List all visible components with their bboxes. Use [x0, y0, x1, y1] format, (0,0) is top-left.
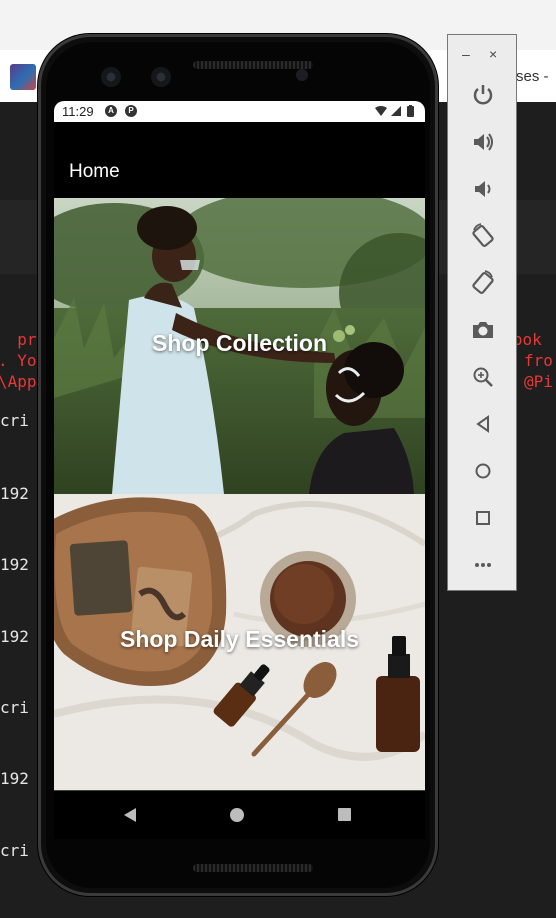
- front-camera-icon: [101, 67, 121, 87]
- terminal-line: 192: [0, 627, 29, 646]
- tab-right-text[interactable]: ses -: [516, 68, 549, 85]
- app-avatar[interactable]: [10, 64, 36, 90]
- volume-up-button[interactable]: [468, 127, 498, 157]
- rotate-right-button[interactable]: [468, 268, 498, 298]
- nav-recent-icon[interactable]: [338, 808, 351, 821]
- zoom-button[interactable]: [468, 362, 498, 392]
- camera-icon: [473, 322, 493, 338]
- terminal-red-line: \App: [0, 372, 37, 391]
- overview-icon: [476, 511, 490, 525]
- screenshot-button[interactable]: [468, 315, 498, 345]
- terminal-line: 192: [0, 484, 29, 503]
- back-icon: [476, 415, 489, 433]
- nav-back-icon[interactable]: [124, 808, 136, 822]
- notification-a-icon: A: [105, 105, 117, 117]
- emulator-more-button[interactable]: [468, 550, 498, 580]
- app-bar: Home: [54, 122, 425, 198]
- shop-daily-essentials-card[interactable]: Shop Daily Essentials: [54, 494, 425, 790]
- terminal-line: cri: [0, 411, 29, 430]
- rotate-left-icon: [472, 223, 494, 248]
- status-bar: 11:29 A P: [54, 101, 425, 122]
- proximity-sensor: [296, 69, 308, 81]
- terminal-line: 192: [0, 769, 29, 788]
- emulator-back-button[interactable]: [468, 409, 498, 439]
- shop-collection-label: Shop Collection: [151, 330, 328, 356]
- top-speaker: [193, 61, 313, 69]
- volume-up-icon: [474, 133, 493, 151]
- bottom-speaker: [193, 864, 313, 872]
- volume-down-icon: [475, 181, 491, 197]
- terminal-line: cri: [0, 698, 29, 717]
- terminal-red-line: . Yo: [0, 351, 37, 370]
- front-sensor-icon: [151, 67, 171, 87]
- wifi-signal-battery-icon: [375, 105, 414, 117]
- terminal-red-line: @Pi: [524, 372, 553, 391]
- rotate-right-icon: [472, 270, 494, 295]
- phone-screen: 11:29 A P Home Shop Collection Shop Dail…: [54, 101, 425, 839]
- phone-frame: 11:29 A P Home Shop Collection Shop Dail…: [38, 34, 438, 896]
- power-icon: [473, 85, 493, 105]
- more-icon: [475, 563, 491, 567]
- home-icon: [475, 463, 491, 479]
- status-time: 11:29: [62, 104, 94, 119]
- emulator-close-button[interactable]: ×: [489, 46, 497, 62]
- terminal-red-line: fro: [524, 351, 553, 370]
- shop-daily-essentials-label: Shop Daily Essentials: [119, 626, 360, 652]
- rotate-left-button[interactable]: [468, 221, 498, 251]
- nav-home-icon[interactable]: [230, 808, 244, 822]
- notification-p-icon: P: [125, 105, 137, 117]
- emulator-overview-button[interactable]: [468, 503, 498, 533]
- terminal-line: 192: [0, 555, 29, 574]
- shop-collection-card[interactable]: Shop Collection: [54, 198, 425, 494]
- emulator-home-button[interactable]: [468, 456, 498, 486]
- volume-down-button[interactable]: [468, 174, 498, 204]
- emulator-minimize-button[interactable]: –: [462, 46, 470, 62]
- emulator-toolbar: – ×: [447, 34, 517, 591]
- android-nav-bar: [54, 791, 425, 839]
- zoom-icon: [473, 367, 493, 387]
- terminal-line: cri: [0, 841, 29, 860]
- app-bar-title: Home: [69, 161, 120, 182]
- power-button[interactable]: [468, 80, 498, 110]
